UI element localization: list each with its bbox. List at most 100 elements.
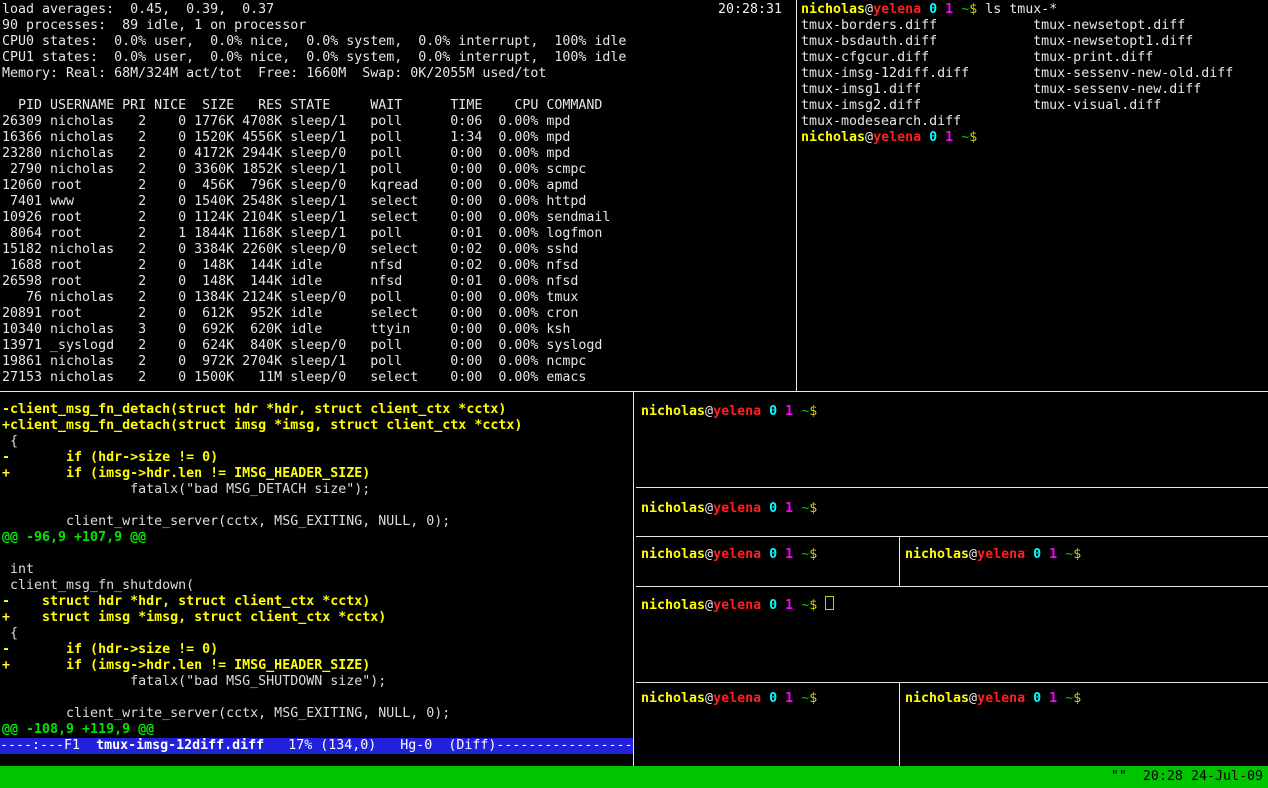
top-header-line: Memory: Real: 68M/324M act/tot Free: 166…	[2, 66, 794, 82]
pane-shell-5-active[interactable]: nicholas@yelena 0 1 ~$	[641, 596, 1266, 680]
pane-shell-6[interactable]: nicholas@yelena 0 1 ~$	[641, 691, 896, 763]
top-header-line: 90 processes: 89 idle, 1 on processor	[2, 18, 794, 34]
diff-line-removed: -client_msg_fn_detach(struct hdr *hdr, s…	[2, 402, 632, 418]
prompt-segment	[1025, 691, 1033, 706]
pane-border-bottom-vertical	[633, 392, 634, 766]
prompt-segment: ~	[801, 547, 809, 562]
pane-border-top-vertical	[796, 0, 797, 391]
prompt-segment: @	[865, 2, 873, 17]
diff-line-context	[2, 690, 632, 706]
process-row: 19861 nicholas 2 0 972K 2704K sleep/1 po…	[2, 354, 794, 370]
ls-file-line: tmux-bsdauth.diff tmux-newsetopt1.diff	[801, 34, 1266, 50]
prompt-segment	[953, 2, 961, 17]
diff-line-context	[2, 498, 632, 514]
modeline-info: 17% (134,0) Hg-0 (Diff)	[264, 738, 496, 753]
prompt-segment	[1041, 691, 1049, 706]
shell-prompt-line: nicholas@yelena 0 1 ~$	[641, 596, 1266, 612]
prompt-segment: 0	[769, 598, 777, 613]
prompt-segment: ~	[801, 691, 809, 706]
pane-emacs-diff[interactable]: -client_msg_fn_detach(struct hdr *hdr, s…	[2, 402, 632, 754]
tmux-status-bar: [0] 0:irssi# 1:todo 2:ncmpc- 3:mutt 4:ss…	[0, 766, 1268, 788]
pane-shell-1[interactable]: nicholas@yelena 0 1 ~$	[641, 404, 1266, 484]
prompt-segment: nicholas	[905, 547, 969, 562]
diff-line-context: {	[2, 434, 632, 450]
diff-line-added: + if (imsg->hdr.len != IMSG_HEADER_SIZE)	[2, 658, 632, 674]
prompt-segment: yelena	[713, 501, 761, 516]
diff-line-added: +client_msg_fn_detach(struct imsg *imsg,…	[2, 418, 632, 434]
pane-shell-ls[interactable]: nicholas@yelena 0 1 ~$ ls tmux-* tmux-bo…	[801, 2, 1266, 390]
prompt-segment: $	[809, 501, 817, 516]
pane-border-right-4	[636, 682, 1268, 683]
prompt-segment	[793, 691, 801, 706]
prompt-segment: ~	[1065, 547, 1073, 562]
pane-top-processes[interactable]: 20:28:31 load averages: 0.45, 0.39, 0.37…	[2, 2, 794, 390]
process-row: 15182 nicholas 2 0 3384K 2260K sleep/0 s…	[2, 242, 794, 258]
pane-shell-3[interactable]: nicholas@yelena 0 1 ~$	[641, 547, 896, 583]
ls-file-line: tmux-borders.diff tmux-newsetopt.diff	[801, 18, 1266, 34]
diff-line-context	[2, 546, 632, 562]
prompt-segment	[937, 130, 945, 145]
process-row: 8064 root 2 1 1844K 1168K sleep/1 poll 0…	[2, 226, 794, 242]
prompt-segment: ~	[961, 2, 969, 17]
prompt-segment: ~	[801, 598, 809, 613]
pane-shell-2[interactable]: nicholas@yelena 0 1 ~$	[641, 501, 1266, 533]
ls-file-line: tmux-cfgcur.diff tmux-print.diff	[801, 50, 1266, 66]
diff-line-added: + if (imsg->hdr.len != IMSG_HEADER_SIZE)	[2, 466, 632, 482]
top-clock: 20:28:31	[718, 2, 782, 18]
prompt-segment: 1	[785, 691, 793, 706]
prompt-segment: 0	[1033, 547, 1041, 562]
prompt-segment: 1	[785, 404, 793, 419]
prompt-segment	[761, 598, 769, 613]
prompt-segment: nicholas	[641, 547, 705, 562]
prompt-segment: 0	[769, 404, 777, 419]
prompt-segment: $	[809, 598, 817, 613]
pane-border-right-vertical-1	[899, 537, 900, 586]
process-row: 23280 nicholas 2 0 4172K 2944K sleep/0 p…	[2, 146, 794, 162]
diff-line-context: int	[2, 562, 632, 578]
shell-prompt-line: nicholas@yelena 0 1 ~$	[641, 404, 1266, 420]
modeline-filename: tmux-imsg-12diff.diff	[96, 738, 264, 753]
diff-line-hunk: @@ -108,9 +119,9 @@	[2, 722, 632, 738]
process-row: 13971 _syslogd 2 0 624K 840K sleep/0 pol…	[2, 338, 794, 354]
diff-line-context: client_msg_fn_shutdown(	[2, 578, 632, 594]
prompt-segment: $	[809, 547, 817, 562]
prompt-segment: @	[705, 547, 713, 562]
shell-prompt-line: nicholas@yelena 0 1 ~$	[641, 547, 896, 563]
prompt-segment: 1	[1049, 691, 1057, 706]
prompt-segment	[761, 501, 769, 516]
pane-border-right-1	[636, 487, 1268, 488]
pane-shell-4[interactable]: nicholas@yelena 0 1 ~$	[905, 547, 1265, 583]
prompt-segment	[1057, 547, 1065, 562]
pane-border-right-3	[636, 586, 1268, 587]
pane-border-right-2	[636, 536, 1268, 537]
prompt-segment: yelena	[713, 547, 761, 562]
shell-command: ls tmux-*	[977, 2, 1057, 17]
process-row: 7401 www 2 0 1540K 2548K sleep/1 select …	[2, 194, 794, 210]
diff-line-context: client_write_server(cctx, MSG_EXITING, N…	[2, 514, 632, 530]
prompt-segment	[761, 547, 769, 562]
diff-line-context: fatalx("bad MSG_DETACH size");	[2, 482, 632, 498]
diff-line-context: {	[2, 626, 632, 642]
prompt-segment: 1	[785, 547, 793, 562]
emacs-modeline: ----:---F1 tmux-imsg-12diff.diff 17% (13…	[0, 738, 633, 754]
prompt-segment	[777, 691, 785, 706]
prompt-segment: yelena	[713, 691, 761, 706]
diff-line-removed: - if (hdr->size != 0)	[2, 450, 632, 466]
process-row: 20891 root 2 0 612K 952K idle select 0:0…	[2, 306, 794, 322]
process-table-header: PID USERNAME PRI NICE SIZE RES STATE WAI…	[2, 98, 794, 114]
prompt-segment	[761, 404, 769, 419]
pane-shell-7[interactable]: nicholas@yelena 0 1 ~$	[905, 691, 1265, 763]
prompt-segment: 1	[945, 130, 953, 145]
prompt-segment: @	[969, 691, 977, 706]
top-header-line: CPU0 states: 0.0% user, 0.0% nice, 0.0% …	[2, 34, 794, 50]
prompt-segment: nicholas	[905, 691, 969, 706]
prompt-segment: 1	[785, 598, 793, 613]
diff-line-added: + struct imsg *imsg, struct client_ctx *…	[2, 610, 632, 626]
prompt-segment: 1	[945, 2, 953, 17]
prompt-segment: yelena	[873, 2, 921, 17]
prompt-segment	[1057, 691, 1065, 706]
process-row: 16366 nicholas 2 0 1520K 4556K sleep/1 p…	[2, 130, 794, 146]
prompt-segment	[793, 547, 801, 562]
prompt-segment: nicholas	[801, 2, 865, 17]
ls-file-line: tmux-modesearch.diff	[801, 114, 1266, 130]
